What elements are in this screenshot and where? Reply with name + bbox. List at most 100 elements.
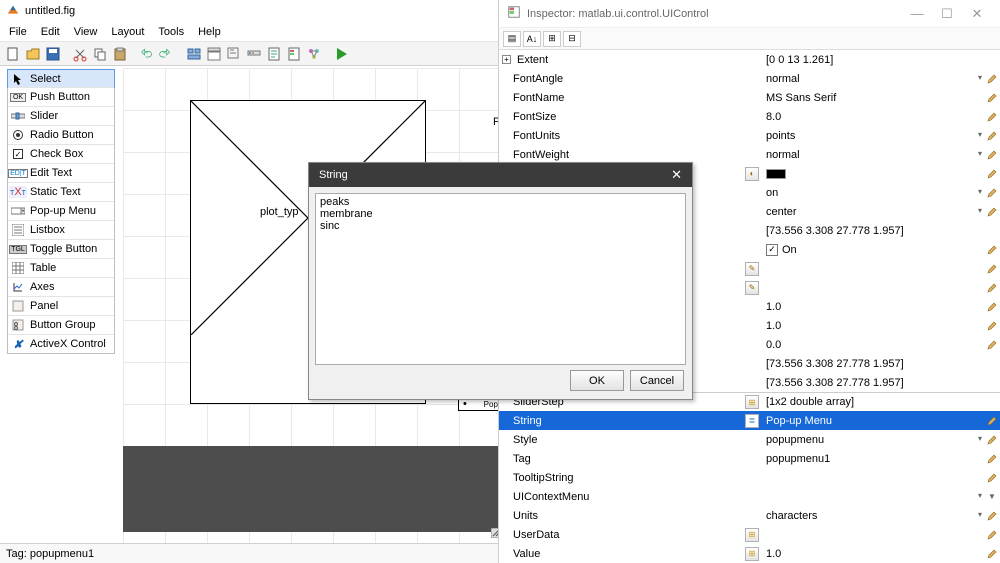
redo-icon[interactable] [158, 45, 176, 63]
palette-item-cursor[interactable]: Select [7, 69, 115, 88]
property-row-TooltipString[interactable]: TooltipString [499, 468, 1000, 487]
chevron-down-icon[interactable]: ▾ [978, 510, 982, 519]
edit-pencil-icon[interactable] [987, 74, 997, 84]
collapse-icon[interactable]: ⊟ [563, 31, 581, 47]
menu-tools[interactable]: Tools [151, 26, 191, 38]
minimize-icon[interactable]: — [902, 6, 932, 21]
edit-pencil-icon[interactable] [987, 169, 997, 179]
palette-item-axes[interactable]: Axes [8, 277, 114, 296]
menu-edit[interactable]: Edit [34, 26, 67, 38]
resize-handle-icon[interactable] [491, 528, 498, 538]
toolbar-editor-icon[interactable] [245, 45, 263, 63]
new-icon[interactable] [4, 45, 22, 63]
edit-pencil-icon[interactable] [987, 245, 997, 255]
property-row-UserData[interactable]: UserData⊞ [499, 525, 1000, 544]
palette-item-slider[interactable]: Slider [8, 106, 114, 125]
chevron-down-icon[interactable]: ▼ [988, 492, 996, 501]
align-icon[interactable] [185, 45, 203, 63]
menu-editor-icon[interactable] [205, 45, 223, 63]
palette-item-listbox[interactable]: Listbox [8, 220, 114, 239]
edit-pencil-icon[interactable] [987, 93, 997, 103]
palette-item-toggle[interactable]: TGLToggle Button [8, 239, 114, 258]
array-editor-icon[interactable]: ⊞ [745, 395, 759, 409]
array-editor-icon[interactable]: ⊞ [745, 547, 759, 561]
dialog-titlebar[interactable]: String ✕ [309, 163, 692, 187]
save-icon[interactable] [44, 45, 62, 63]
property-inspector-icon[interactable] [285, 45, 303, 63]
close-icon[interactable]: ✕ [671, 167, 682, 183]
chevron-down-icon[interactable]: ▾ [978, 130, 982, 139]
edit-pencil-icon[interactable] [987, 511, 997, 521]
palette-item-bgroup[interactable]: Button Group [8, 315, 114, 334]
palette-item-push[interactable]: OKPush Button [8, 87, 114, 106]
paste-icon[interactable] [111, 45, 129, 63]
sort-alpha-icon[interactable]: A↓ [523, 31, 541, 47]
property-row-UIContextMenu[interactable]: UIContextMenu▼▾ [499, 487, 1000, 506]
menu-view[interactable]: View [67, 26, 105, 38]
palette-item-panel[interactable]: Panel [8, 296, 114, 315]
property-row-Units[interactable]: Unitscharacters▾ [499, 506, 1000, 525]
expand-icon[interactable]: + [502, 55, 511, 64]
picker-icon[interactable]: ✎ [745, 262, 759, 276]
cancel-button[interactable]: Cancel [630, 370, 684, 391]
palette-item-popup[interactable]: Pop-up Menu [8, 201, 114, 220]
edit-pencil-icon[interactable] [987, 188, 997, 198]
palette-item-activex[interactable]: ✘ActiveX Control [8, 334, 114, 353]
checkbox-on-icon[interactable]: ✓ [766, 244, 778, 256]
expand-icon[interactable]: ⊞ [543, 31, 561, 47]
chevron-down-icon[interactable]: ▾ [978, 149, 982, 158]
edit-pencil-icon[interactable] [987, 150, 997, 160]
edit-pencil-icon[interactable] [987, 530, 997, 540]
close-icon[interactable]: ✕ [962, 6, 992, 22]
maximize-icon[interactable]: ☐ [932, 6, 962, 22]
property-row-FontSize[interactable]: FontSize8.0 [499, 107, 1000, 126]
edit-pencil-icon[interactable] [987, 302, 997, 312]
chevron-down-icon[interactable]: ▾ [978, 434, 982, 443]
copy-icon[interactable] [91, 45, 109, 63]
chevron-down-icon[interactable]: ▾ [978, 491, 982, 500]
menu-help[interactable]: Help [191, 26, 228, 38]
string-textarea[interactable] [315, 193, 686, 365]
edit-pencil-icon[interactable] [987, 112, 997, 122]
edit-pencil-icon[interactable] [987, 131, 997, 141]
property-row-Extent[interactable]: +Extent[0 0 13 1.261] [499, 50, 1000, 69]
undo-icon[interactable] [138, 45, 156, 63]
cut-icon[interactable] [71, 45, 89, 63]
edit-pencil-icon[interactable] [987, 416, 997, 426]
picker-icon[interactable]: ✎ [745, 281, 759, 295]
property-row-Value[interactable]: Value⊞1.0 [499, 544, 1000, 563]
palette-item-static[interactable]: TXTStatic Text [8, 182, 114, 201]
edit-pencil-icon[interactable] [987, 264, 997, 274]
open-icon[interactable] [24, 45, 42, 63]
menu-file[interactable]: File [2, 26, 34, 38]
chevron-down-icon[interactable]: ▾ [978, 206, 982, 215]
property-row-FontName[interactable]: FontNameMS Sans Serif [499, 88, 1000, 107]
edit-pencil-icon[interactable] [987, 454, 997, 464]
sort-categorize-icon[interactable]: ▤ [503, 31, 521, 47]
static-text-caption[interactable]: Plot Type [493, 116, 498, 128]
array-editor-icon[interactable]: ⊞ [745, 528, 759, 542]
chevron-down-icon[interactable]: ▾ [978, 73, 982, 82]
edit-pencil-icon[interactable] [987, 549, 997, 559]
object-browser-icon[interactable] [305, 45, 323, 63]
menu-layout[interactable]: Layout [104, 26, 151, 38]
property-row-Style[interactable]: Stylepopupmenu▾ [499, 430, 1000, 449]
property-row-FontUnits[interactable]: FontUnitspoints▾ [499, 126, 1000, 145]
run-icon[interactable] [332, 45, 350, 63]
color-picker-icon[interactable]: ◐ [745, 167, 759, 181]
palette-item-check[interactable]: ✓Check Box [8, 144, 114, 163]
property-row-String[interactable]: String≣Pop-up Menu [499, 411, 1000, 430]
property-row-Tag[interactable]: Tagpopupmenu1 [499, 449, 1000, 468]
palette-item-radio[interactable]: Radio Button [8, 125, 114, 144]
edit-pencil-icon[interactable] [987, 435, 997, 445]
edit-pencil-icon[interactable] [987, 340, 997, 350]
edit-pencil-icon[interactable] [987, 207, 997, 217]
static-text-plot-type[interactable]: plot_typ [260, 206, 299, 218]
property-row-FontAngle[interactable]: FontAnglenormal▾ [499, 69, 1000, 88]
edit-pencil-icon[interactable] [987, 473, 997, 483]
ok-button[interactable]: OK [570, 370, 624, 391]
tab-order-icon[interactable] [225, 45, 243, 63]
chevron-down-icon[interactable]: ▾ [978, 187, 982, 196]
palette-item-edit[interactable]: ED|TEdit Text [8, 163, 114, 182]
palette-item-table[interactable]: Table [8, 258, 114, 277]
